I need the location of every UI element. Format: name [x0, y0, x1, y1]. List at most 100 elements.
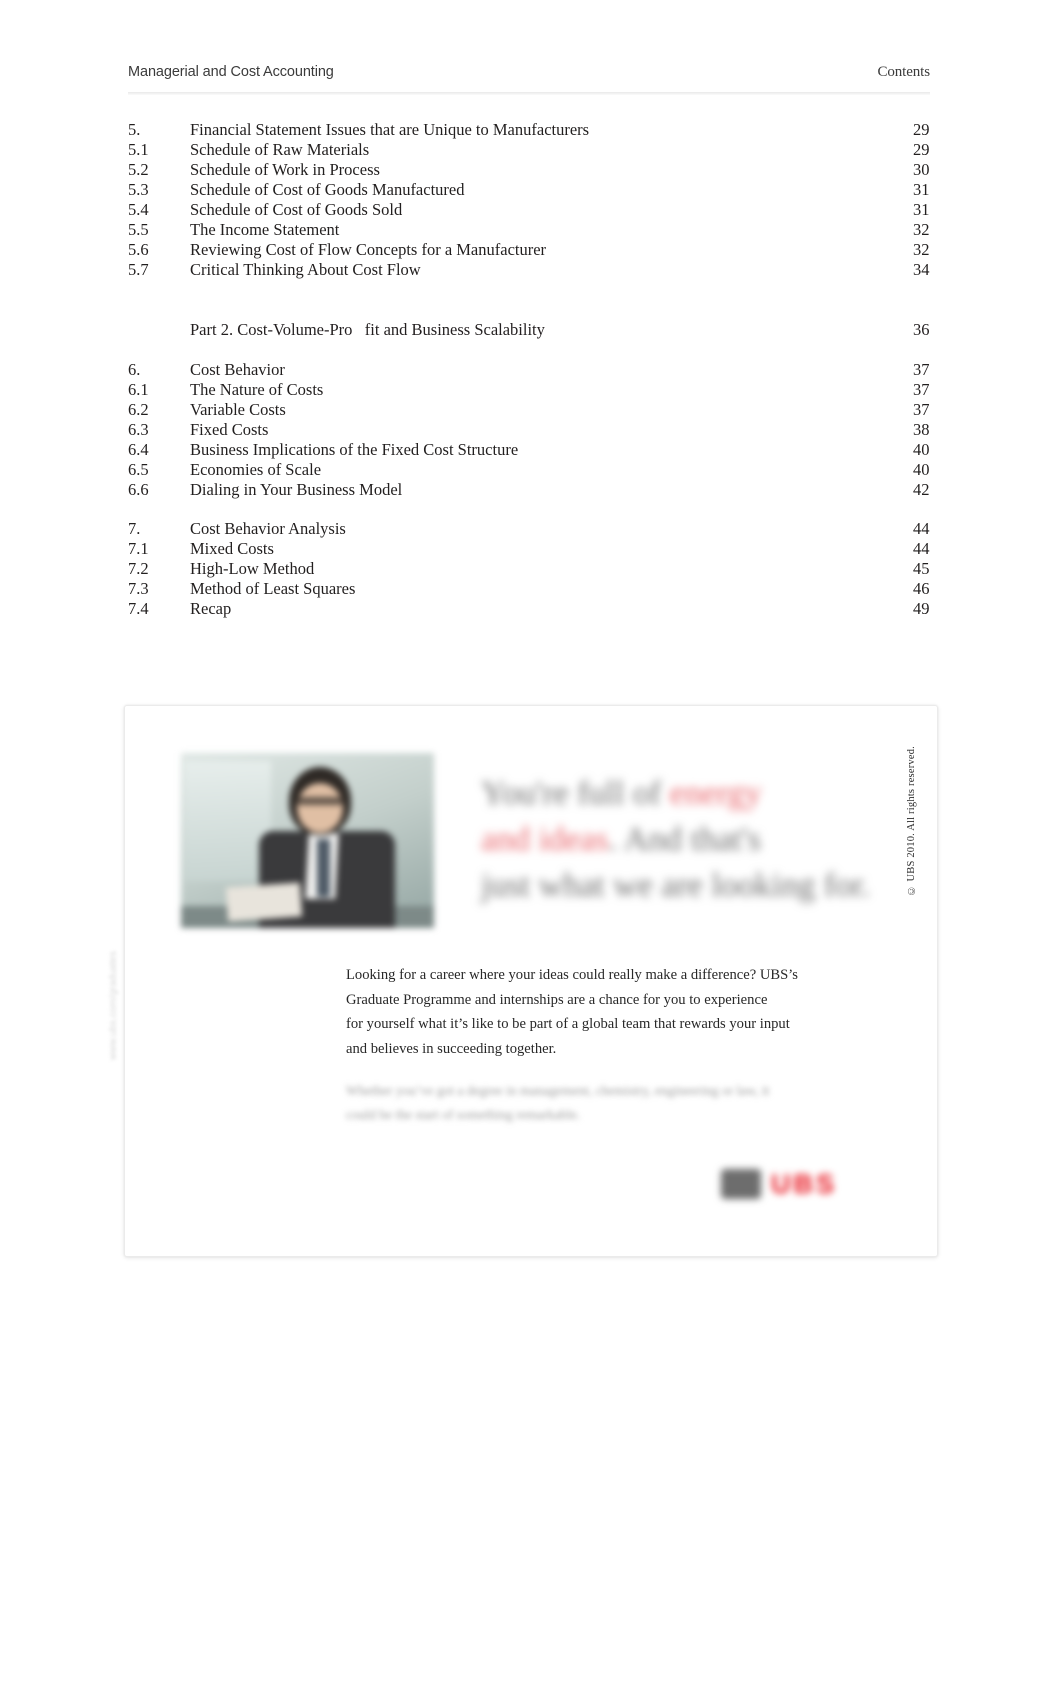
header-divider [128, 92, 930, 95]
headline-line3: just what we are looking for. [481, 867, 871, 904]
headline-line2-plain: . And that's [608, 821, 761, 858]
headline-line2-accent: and ideas [481, 821, 609, 858]
toc-entry[interactable]: 5.7 Critical Thinking About Cost Flow 34 [128, 260, 930, 280]
toc-entry-title: Schedule of Work in Process [190, 160, 380, 179]
toc-entry-page: 38 [913, 420, 930, 439]
headline-line1-plain: You're full of [481, 775, 670, 812]
toc-entry-number: 5.5 [128, 220, 149, 239]
toc-part-page: 36 [913, 320, 930, 339]
page-margin-marks: www.ubs.com/graduates [108, 951, 119, 1060]
ubs-wordmark: UBS [771, 1168, 838, 1199]
toc-entry-title: The Income Statement [190, 220, 340, 239]
toc-entry-title: Recap [190, 599, 232, 618]
toc-entry[interactable]: 7.4 Recap 49 [128, 599, 930, 619]
toc-entry-page: 37 [913, 400, 930, 419]
toc-entry-number: 5.6 [128, 240, 149, 259]
toc-entry-title: Critical Thinking About Cost Flow [190, 260, 421, 279]
toc-entry-page: 49 [913, 599, 930, 618]
toc-entry-title: Fixed Costs [190, 420, 269, 439]
toc-entry-page: 32 [913, 240, 930, 259]
toc-entry[interactable]: 7.2 High-Low Method 45 [128, 559, 930, 579]
ad-subcopy-line-1: Whether you’ve got a degree in managemen… [346, 1083, 770, 1098]
toc-entry-title: Business Implications of the Fixed Cost … [190, 440, 519, 459]
toc-entry[interactable]: 5. Financial Statement Issues that are U… [128, 120, 930, 140]
toc-entry-number: 5.2 [128, 160, 149, 179]
toc-entry-title: Financial Statement Issues that are Uniq… [190, 120, 590, 139]
document-title: Managerial and Cost Accounting [128, 64, 334, 80]
toc-part-heading[interactable]: Part 2. Cost-Volume-Pro fit and Business… [128, 319, 930, 341]
running-header: Managerial and Cost Accounting Contents [128, 64, 930, 81]
toc-entry[interactable]: 6.3 Fixed Costs 38 [128, 420, 930, 440]
toc-entry-title: High-Low Method [190, 559, 315, 578]
toc-entry-page: 29 [913, 140, 930, 159]
toc-entry-page: 46 [913, 579, 930, 598]
toc-entry[interactable]: 5.6 Reviewing Cost of Flow Concepts for … [128, 240, 930, 260]
ad-body-line-1: Looking for a career where your ideas co… [346, 967, 798, 983]
advertisement-subcopy: Whether you’ve got a degree in managemen… [346, 1079, 886, 1127]
toc-entry-number: 6. [128, 360, 141, 379]
toc-entry-title: Schedule of Cost of Goods Sold [190, 200, 403, 219]
ad-body-line-4: and believes in succeeding together. [346, 1040, 557, 1057]
toc-entry[interactable]: 5.3 Schedule of Cost of Goods Manufactur… [128, 180, 930, 200]
toc-entry-title: Cost Behavior [190, 360, 285, 379]
toc-entry-page: 42 [913, 480, 930, 499]
toc-group-section-7: 7. Cost Behavior Analysis 44 7.1 Mixed C… [128, 519, 930, 619]
toc-entry-number: 7.2 [128, 559, 149, 578]
toc-entry[interactable]: 5.5 The Income Statement 32 [128, 220, 930, 240]
toc-entry[interactable]: 6.6 Dialing in Your Business Model 42 [128, 480, 930, 500]
toc-entry-number: 6.1 [128, 380, 149, 399]
toc-entry-page: 40 [913, 460, 930, 479]
toc-entry-title: Economies of Scale [190, 460, 322, 479]
toc-entry-number: 6.5 [128, 460, 149, 479]
section-label: Contents [877, 64, 930, 80]
toc-entry-number: 7.3 [128, 579, 149, 598]
toc-entry-page: 31 [913, 180, 930, 199]
toc-entry[interactable]: 6.4 Business Implications of the Fixed C… [128, 440, 930, 460]
toc-entry-number: 5. [128, 120, 141, 139]
toc-entry-title: Mixed Costs [190, 539, 274, 558]
toc-entry-page: 37 [913, 360, 930, 379]
advertisement-panel[interactable]: You're full of energy and ideas. And tha… [124, 705, 938, 1257]
toc-entry[interactable]: 6.1 The Nature of Costs 37 [128, 380, 930, 400]
toc-entry-page: 44 [913, 539, 930, 558]
toc-entry[interactable]: 6.2 Variable Costs 37 [128, 400, 930, 420]
toc-spacer [128, 341, 930, 360]
toc-entry-page: 30 [913, 160, 930, 179]
ad-body-line-3: for yourself what it’s like to be part o… [346, 1016, 790, 1033]
toc-entry[interactable]: 5.2 Schedule of Work in Process 30 [128, 160, 930, 180]
toc-entry-title: Variable Costs [190, 400, 286, 419]
toc-entry-title: The Nature of Costs [190, 380, 324, 399]
toc-entry[interactable]: 5.4 Schedule of Cost of Goods Sold 31 [128, 200, 930, 220]
toc-entry-title: Cost Behavior Analysis [190, 519, 346, 538]
advertisement-copyright: © UBS 2010. All rights reserved. [906, 746, 917, 896]
toc-entry-title: Schedule of Raw Materials [190, 140, 370, 159]
toc-entry[interactable]: 7.1 Mixed Costs 44 [128, 539, 930, 559]
toc-entry[interactable]: 6.5 Economies of Scale 40 [128, 460, 930, 480]
toc-entry-number: 7.4 [128, 599, 149, 618]
toc-entry-number: 5.3 [128, 180, 149, 199]
toc-entry-number: 5.7 [128, 260, 149, 279]
toc-entry[interactable]: 6. Cost Behavior 37 [128, 360, 930, 380]
toc-entry-number: 6.2 [128, 400, 149, 419]
advertisement-content: You're full of energy and ideas. And tha… [141, 716, 927, 1246]
toc-entry-page: 29 [913, 120, 930, 139]
toc-entry-page: 45 [913, 559, 930, 578]
advertisement-body-copy: Looking for a career where your ideas co… [346, 963, 846, 1061]
toc-entry-page: 32 [913, 220, 930, 239]
toc-entry-page: 31 [913, 200, 930, 219]
ubs-logo[interactable]: UBS [721, 1164, 871, 1204]
toc-entry-title: Method of Least Squares [190, 579, 356, 598]
toc-entry-page: 40 [913, 440, 930, 459]
toc-spacer [128, 280, 930, 319]
toc-entry-number: 7.1 [128, 539, 149, 558]
toc-entry-title: Reviewing Cost of Flow Concepts for a Ma… [190, 240, 547, 259]
ad-body-line-2: Graduate Programme and internships are a… [346, 991, 768, 1008]
toc-entry-page: 44 [913, 519, 930, 538]
toc-entry[interactable]: 5.1 Schedule of Raw Materials 29 [128, 140, 930, 160]
toc-entry[interactable]: 7. Cost Behavior Analysis 44 [128, 519, 930, 539]
toc-entry[interactable]: 7.3 Method of Least Squares 46 [128, 579, 930, 599]
toc-entry-number: 6.3 [128, 420, 149, 439]
toc-spacer [128, 500, 930, 519]
toc-entry-number: 7. [128, 519, 141, 538]
headline-line1-accent: energy [669, 775, 762, 812]
